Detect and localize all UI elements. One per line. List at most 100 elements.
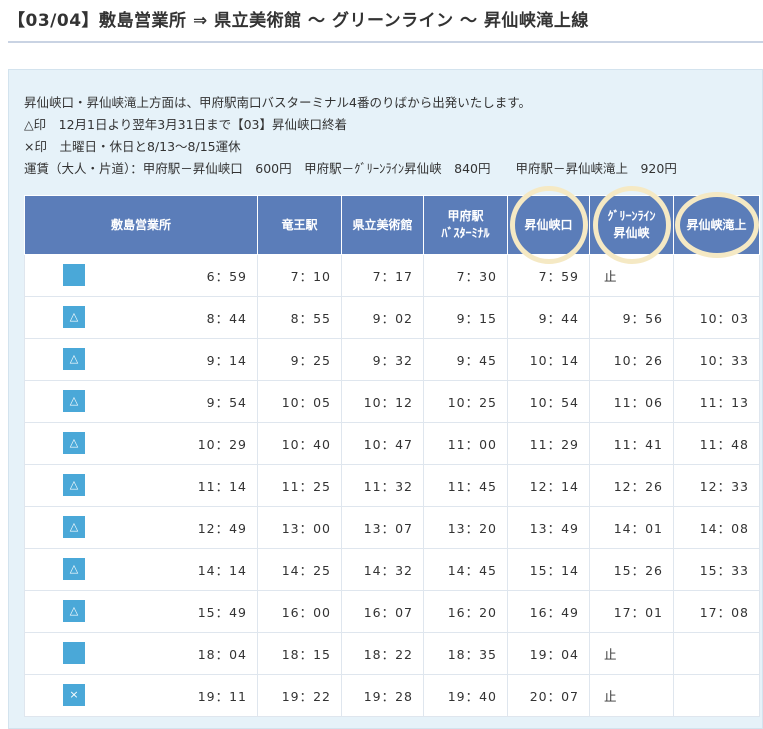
time-cell: 9：32 bbox=[341, 338, 424, 381]
time-cell: 12：26 bbox=[589, 464, 674, 507]
note-departure: 昇仙峡口・昇仙峡滝上方面は、甲府駅南口バスターミナル4番のりばから出発いたします… bbox=[24, 95, 531, 110]
service-mark-badge: △ bbox=[63, 348, 85, 370]
time-cell: 15：33 bbox=[673, 548, 760, 591]
cell-shikishima: △ 9：54 bbox=[24, 380, 258, 423]
time-cell: 9：15 bbox=[423, 296, 508, 339]
time-cell: 13：20 bbox=[423, 506, 508, 549]
highlight-ring bbox=[592, 186, 671, 264]
time-cell: 9：44 bbox=[507, 296, 590, 339]
time-cell: 16：00 bbox=[257, 590, 342, 633]
time-cell: 12：33 bbox=[673, 464, 760, 507]
cell-shikishima: △ 8：44 bbox=[24, 296, 258, 339]
time-cell: 11：25 bbox=[257, 464, 342, 507]
time-cell: 8：55 bbox=[257, 296, 342, 339]
table-row: × 19：11 19：22 19：28 19：40 20：07 止 bbox=[24, 674, 760, 717]
time-cell: 16：07 bbox=[341, 590, 424, 633]
table-row: 18：04 18：15 18：22 18：35 19：04 止 bbox=[24, 632, 760, 675]
time-cell: 14：01 bbox=[589, 506, 674, 549]
time-cell bbox=[673, 674, 760, 717]
time-cell: 11：45 bbox=[423, 464, 508, 507]
service-mark-badge bbox=[63, 642, 85, 664]
time-cell: 10：25 bbox=[423, 380, 508, 423]
table-row: △ 12：49 13：00 13：07 13：20 13：49 14：01 14：08 bbox=[24, 506, 760, 549]
time-cell: 17：08 bbox=[673, 590, 760, 633]
time-cell: 止 bbox=[589, 254, 674, 297]
time-value: 8：44 bbox=[206, 311, 247, 326]
table-row: 6：59 7：10 7：17 7：30 7：59 止 bbox=[24, 254, 760, 297]
time-cell: 19：04 bbox=[507, 632, 590, 675]
col-header-greenline: ｸﾞﾘｰﾝﾗｲﾝ 昇仙峡 bbox=[589, 186, 674, 264]
time-cell: 11：13 bbox=[673, 380, 760, 423]
time-cell: 14：45 bbox=[423, 548, 508, 591]
time-cell: 13：00 bbox=[257, 506, 342, 549]
time-cell: 9：02 bbox=[341, 296, 424, 339]
table-row: △ 14：14 14：25 14：32 14：45 15：14 15：26 15：33 bbox=[24, 548, 760, 591]
time-cell: 13：49 bbox=[507, 506, 590, 549]
time-cell: 20：07 bbox=[507, 674, 590, 717]
col-header-label: 昇仙峡滝上 bbox=[686, 217, 747, 232]
note-cross-mark: ×印 土曜日・休日と8/13～8/15運休 bbox=[24, 139, 241, 154]
time-cell: 10：40 bbox=[257, 422, 342, 465]
service-mark-badge: △ bbox=[63, 306, 85, 328]
cell-shikishima: △ 14：14 bbox=[24, 548, 258, 591]
time-value: 9：54 bbox=[206, 395, 247, 410]
time-value: 15：49 bbox=[197, 605, 247, 620]
col-header-shikishima: 敷島営業所 bbox=[24, 195, 258, 255]
time-value: 19：11 bbox=[197, 689, 247, 704]
time-cell: 10：54 bbox=[507, 380, 590, 423]
table-row: △ 10：29 10：40 10：47 11：00 11：29 11：41 11：48 bbox=[24, 422, 760, 465]
table-row: △ 9：14 9：25 9：32 9：45 10：14 10：26 10：33 bbox=[24, 338, 760, 381]
time-cell: 11：48 bbox=[673, 422, 760, 465]
time-cell: 16：49 bbox=[507, 590, 590, 633]
time-cell: 12：14 bbox=[507, 464, 590, 507]
col-header-label: 敷島営業所 bbox=[110, 217, 171, 232]
time-cell: 11：41 bbox=[589, 422, 674, 465]
col-header-takiue: 昇仙峡滝上 bbox=[673, 192, 760, 258]
service-mark-badge: △ bbox=[63, 516, 85, 538]
time-cell: 14：25 bbox=[257, 548, 342, 591]
time-cell: 15：26 bbox=[589, 548, 674, 591]
service-mark-badge: △ bbox=[63, 474, 85, 496]
timetable: 敷島営業所 竜王駅 県立美術館 甲府駅 ﾊﾞｽﾀｰﾐﾅﾙ 昇仙峡口 ｸﾞﾘｰﾝﾗ… bbox=[24, 186, 760, 717]
time-cell: 7：17 bbox=[341, 254, 424, 297]
time-cell: 19：22 bbox=[257, 674, 342, 717]
col-header-kofu-terminal: 甲府駅 ﾊﾞｽﾀｰﾐﾅﾙ bbox=[423, 195, 508, 255]
time-cell: 止 bbox=[589, 674, 674, 717]
time-cell: 10：14 bbox=[507, 338, 590, 381]
col-header-label: 甲府駅 ﾊﾞｽﾀｰﾐﾅﾙ bbox=[441, 209, 490, 240]
time-cell: 18：15 bbox=[257, 632, 342, 675]
cell-shikishima: △ 15：49 bbox=[24, 590, 258, 633]
time-cell: 7：10 bbox=[257, 254, 342, 297]
time-cell: 10：26 bbox=[589, 338, 674, 381]
time-cell: 14：32 bbox=[341, 548, 424, 591]
cell-shikishima: × 19：11 bbox=[24, 674, 258, 717]
cell-shikishima: △ 11：14 bbox=[24, 464, 258, 507]
notes: 昇仙峡口・昇仙峡滝上方面は、甲府駅南口バスターミナル4番のりばから出発いたします… bbox=[24, 92, 759, 180]
time-cell: 11：06 bbox=[589, 380, 674, 423]
time-cell: 11：32 bbox=[341, 464, 424, 507]
time-value: 14：14 bbox=[197, 563, 247, 578]
time-value: 9：14 bbox=[206, 353, 247, 368]
service-mark-badge: △ bbox=[63, 558, 85, 580]
time-cell: 10：03 bbox=[673, 296, 760, 339]
cell-shikishima: 18：04 bbox=[24, 632, 258, 675]
service-mark-badge: × bbox=[63, 684, 85, 706]
service-mark-badge: △ bbox=[63, 600, 85, 622]
table-row: △ 9：54 10：05 10：12 10：25 10：54 11：06 11：13 bbox=[24, 380, 760, 423]
time-cell bbox=[673, 632, 760, 675]
col-header-museum: 県立美術館 bbox=[341, 195, 424, 255]
col-header-label: 昇仙峡口 bbox=[524, 217, 573, 232]
col-header-label: 竜王駅 bbox=[281, 217, 318, 232]
time-value: 12：49 bbox=[197, 521, 247, 536]
time-cell: 10：12 bbox=[341, 380, 424, 423]
cell-shikishima: 6：59 bbox=[24, 254, 258, 297]
time-cell: 18：35 bbox=[423, 632, 508, 675]
time-cell: 7：30 bbox=[423, 254, 508, 297]
time-cell: 9：25 bbox=[257, 338, 342, 381]
table-row: △ 8：44 8：55 9：02 9：15 9：44 9：56 10：03 bbox=[24, 296, 760, 339]
time-cell: 15：14 bbox=[507, 548, 590, 591]
note-triangle-mark: △印 12月1日より翌年3月31日まで【03】昇仙峡口終着 bbox=[24, 117, 347, 132]
time-cell: 18：22 bbox=[341, 632, 424, 675]
table-row: △ 11：14 11：25 11：32 11：45 12：14 12：26 12：33 bbox=[24, 464, 760, 507]
table-row: △ 15：49 16：00 16：07 16：20 16：49 17：01 17：08 bbox=[24, 590, 760, 633]
